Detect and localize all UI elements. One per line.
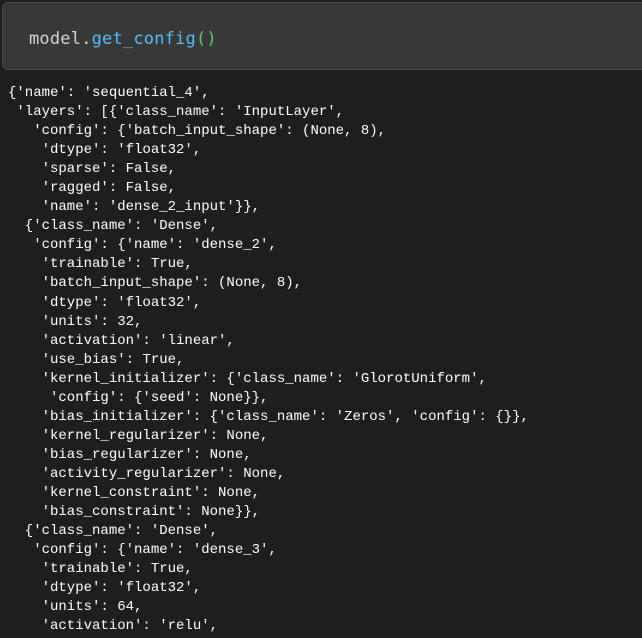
- output-line: 'ragged': False,: [8, 180, 177, 197]
- output-line: 'units': 64,: [8, 599, 143, 616]
- output-line: 'use_bias': True,: [8, 351, 185, 368]
- output-line: 'activation': 'relu',: [8, 618, 219, 635]
- output-line: 'bias_regularizer': None,: [8, 446, 252, 463]
- output-line: 'activation': 'linear',: [8, 332, 235, 349]
- output-line: 'config': {'batch_input_shape': (None, 8…: [8, 123, 387, 140]
- output-line: 'bias_initializer': {'class_name': 'Zero…: [8, 408, 529, 425]
- output-line: 'trainable': True,: [8, 561, 193, 578]
- code-dot-token: .: [81, 29, 92, 49]
- output-line: 'activity_regularizer': None,: [8, 465, 286, 482]
- output-line: 'config': {'name': 'dense_3',: [8, 542, 277, 559]
- output-line: 'config': {'name': 'dense_2',: [8, 237, 277, 254]
- output-line: 'dtype': 'float32',: [8, 294, 202, 311]
- output-line: {'class_name': 'Dense',: [8, 218, 219, 235]
- output-line: 'layers': [{'class_name': 'InputLayer',: [8, 104, 345, 121]
- output-line: 'dtype': 'float32',: [8, 580, 202, 597]
- output-line: 'trainable': True,: [8, 256, 193, 273]
- output-line: 'kernel_initializer': {'class_name': 'Gl…: [8, 370, 487, 387]
- cell-output: {'name': 'sequential_4', 'layers': [{'cl…: [8, 84, 642, 638]
- code-object-token: model: [29, 29, 82, 49]
- output-line: 'batch_input_shape': (None, 8),: [8, 275, 303, 292]
- output-line: 'dtype': 'float32',: [8, 142, 202, 159]
- output-line: 'bias_constraint': None}},: [8, 504, 261, 521]
- output-line: {'name': 'sequential_4',: [8, 85, 210, 101]
- code-cell-input[interactable]: model.get_config(): [2, 2, 642, 70]
- output-line: 'kernel_constraint': None,: [8, 484, 261, 501]
- output-line: 'sparse': False,: [8, 161, 177, 178]
- code-method-token: get_config: [91, 29, 196, 49]
- output-line: 'name': 'dense_2_input'}},: [8, 199, 261, 216]
- output-line: 'config': {'seed': None}},: [8, 389, 269, 406]
- output-line: 'units': 32,: [8, 313, 143, 330]
- output-line: {'class_name': 'Dense',: [8, 523, 219, 540]
- code-parens-token: (): [195, 29, 217, 49]
- output-line: 'kernel_regularizer': None,: [8, 427, 269, 444]
- code-line[interactable]: model.get_config(): [29, 27, 217, 51]
